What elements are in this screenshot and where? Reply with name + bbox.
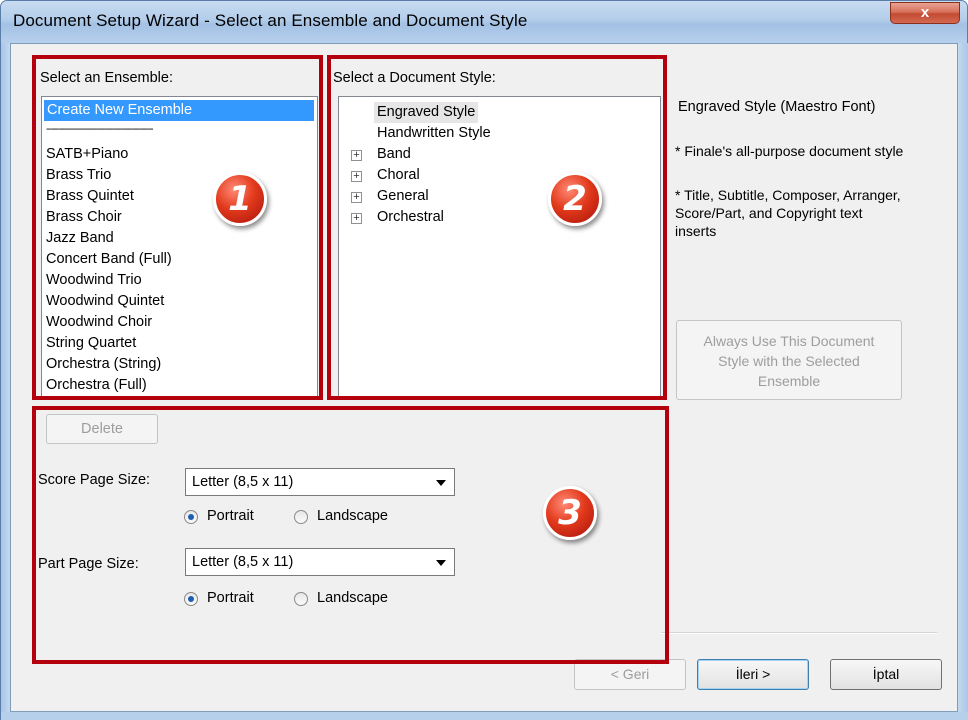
style-description-line3: Score/Part, and Copyright text bbox=[675, 205, 863, 221]
annotation-badge-1: 1 bbox=[213, 172, 267, 226]
style-description-line1: * Finale's all-purpose document style bbox=[675, 143, 904, 159]
annotation-box-1 bbox=[32, 55, 323, 400]
window-frame-bottom bbox=[1, 712, 968, 720]
style-description-line2: * Title, Subtitle, Composer, Arranger, bbox=[675, 187, 901, 203]
window-frame-right bbox=[958, 43, 968, 720]
always-use-style-button[interactable]: Always Use This Document Style with the … bbox=[676, 320, 902, 400]
annotation-badge-3: 3 bbox=[543, 486, 597, 540]
close-button[interactable]: x bbox=[890, 2, 960, 24]
annotation-box-2 bbox=[327, 55, 667, 400]
always-use-line3: Ensemble bbox=[757, 373, 821, 389]
always-use-line1: Always Use This Document bbox=[703, 333, 875, 349]
title-bar[interactable]: Document Setup Wizard - Select an Ensemb… bbox=[1, 1, 967, 43]
wizard-window: Document Setup Wizard - Select an Ensemb… bbox=[0, 0, 968, 720]
close-icon: x bbox=[920, 4, 930, 21]
annotation-badge-2: 2 bbox=[548, 172, 602, 226]
window-frame-left bbox=[1, 43, 10, 720]
always-use-line2: Style with the Selected bbox=[718, 353, 860, 369]
cancel-button[interactable]: İptal bbox=[830, 659, 942, 690]
bottom-separator bbox=[661, 632, 937, 634]
next-button[interactable]: İleri > bbox=[697, 659, 809, 690]
window-title: Document Setup Wizard - Select an Ensemb… bbox=[13, 11, 528, 30]
style-description-title: Engraved Style (Maestro Font) bbox=[678, 99, 876, 115]
style-description-line4: inserts bbox=[675, 223, 717, 239]
